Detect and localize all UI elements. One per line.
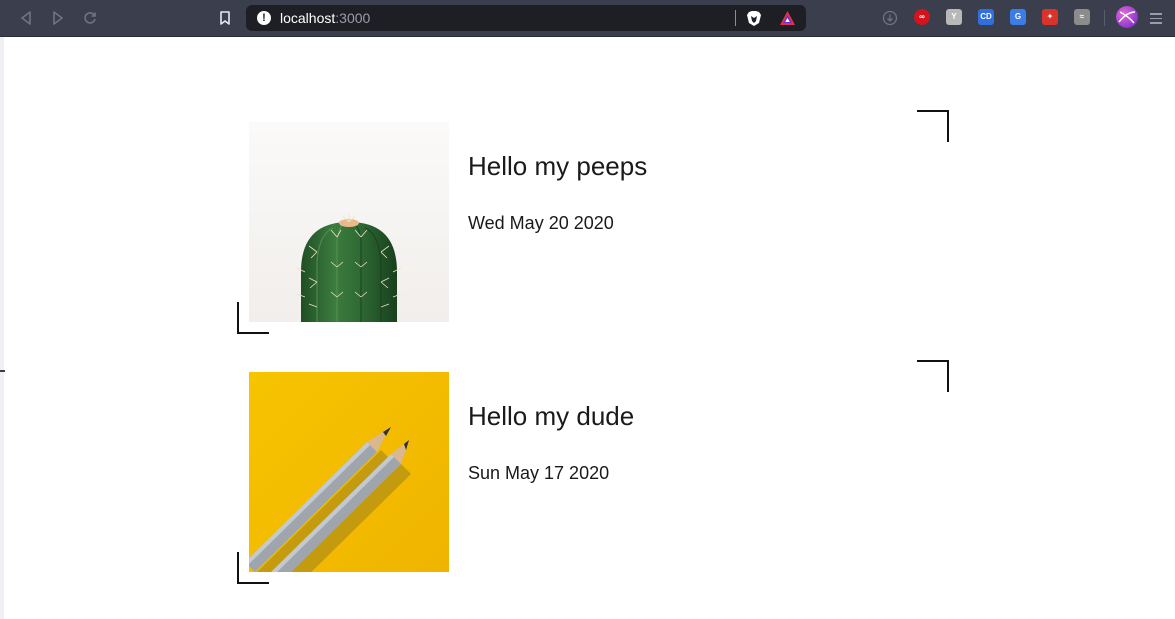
pencils-image	[249, 372, 449, 572]
post-card[interactable]: Hello my peeps Wed May 20 2020	[237, 110, 949, 334]
post-thumbnail-cactus[interactable]	[249, 122, 449, 322]
corner-decoration-top-right	[917, 110, 949, 142]
corner-decoration-top-right	[917, 360, 949, 392]
brave-rewards-icon	[780, 11, 795, 25]
post-thumbnail-pencils[interactable]	[249, 372, 449, 572]
profile-icon	[1118, 11, 1136, 24]
post-date: Sun May 17 2020	[468, 463, 610, 483]
address-bar-divider	[735, 10, 736, 26]
url-text[interactable]: localhost:3000	[280, 10, 370, 26]
download-icon	[882, 10, 898, 26]
cd-extension-icon[interactable]: CD	[978, 9, 994, 25]
browser-toolbar: ! localhost:3000 ∞ Y CD G ✦ ≈	[0, 0, 1175, 37]
post-title[interactable]: Hello my peeps	[468, 150, 647, 182]
download-button[interactable]	[881, 9, 899, 27]
bookmark-icon	[220, 11, 230, 25]
cactus-image	[249, 122, 449, 322]
app-menu-button[interactable]	[1150, 10, 1162, 26]
page-left-edge-mark	[0, 370, 5, 372]
hackernews-icon[interactable]: Y	[946, 9, 962, 25]
reload-icon	[84, 12, 96, 24]
back-icon	[21, 11, 31, 25]
forward-button[interactable]	[49, 9, 67, 27]
brave-shields-button[interactable]	[746, 10, 762, 27]
url-host: localhost	[280, 10, 336, 26]
google-translate-icon[interactable]: G	[1010, 9, 1026, 25]
back-button[interactable]	[17, 9, 35, 27]
post-card[interactable]: Hello my dude Sun May 17 2020	[237, 360, 949, 584]
url-port: :3000	[335, 10, 371, 26]
brave-lion-icon	[747, 11, 761, 26]
reload-button[interactable]	[81, 9, 99, 27]
creative-cloud-icon[interactable]: ∞	[914, 9, 930, 25]
red-extension-icon[interactable]: ✦	[1042, 9, 1058, 25]
brave-rewards-button[interactable]	[779, 10, 796, 26]
grey-extension-icon[interactable]: ≈	[1074, 9, 1090, 25]
profile-avatar[interactable]	[1116, 6, 1138, 28]
bookmark-button[interactable]	[216, 9, 234, 27]
page-left-edge	[0, 37, 4, 619]
post-date: Wed May 20 2020	[468, 213, 614, 233]
post-title[interactable]: Hello my dude	[468, 400, 634, 432]
forward-icon	[53, 11, 63, 25]
address-bar[interactable]: ! localhost:3000	[246, 5, 806, 31]
toolbar-separator	[1104, 10, 1105, 26]
site-info-icon[interactable]: !	[257, 11, 271, 25]
